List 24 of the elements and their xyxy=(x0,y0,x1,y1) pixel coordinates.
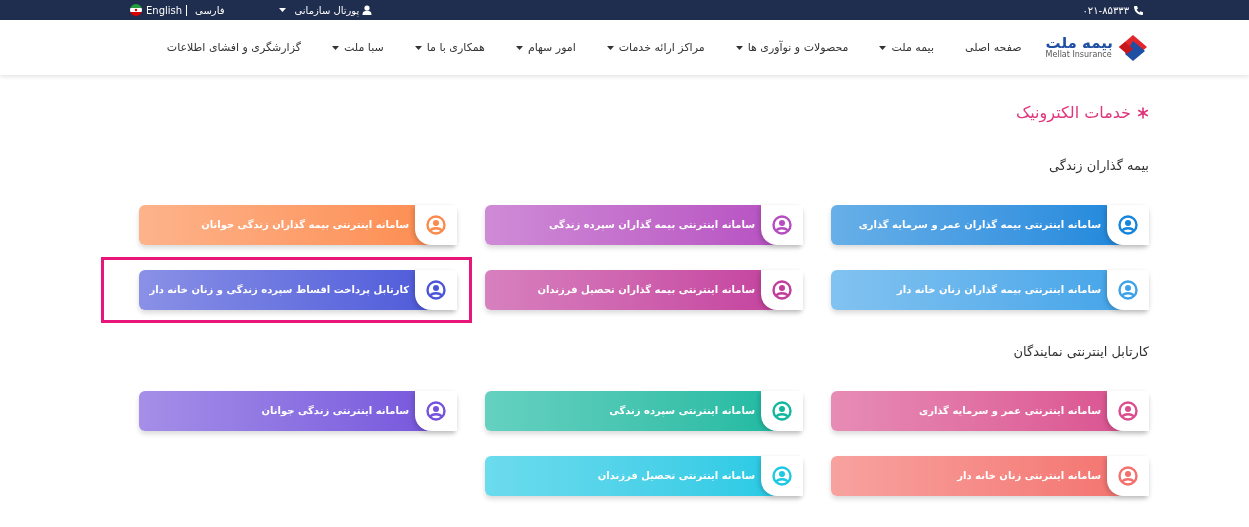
section-title: بیمه گذاران زندگی xyxy=(1047,158,1149,173)
logo-name: بیمه ملت xyxy=(1045,36,1113,51)
page-title: خدمات الکترونیک xyxy=(1015,103,1131,122)
logo-subtitle: Mellat Insurance xyxy=(1045,51,1112,59)
person-icon xyxy=(362,5,373,15)
phone-icon xyxy=(1133,4,1144,16)
portal-link[interactable]: پورتال سازمانی xyxy=(279,4,373,16)
flag-icon xyxy=(130,4,142,16)
language-link[interactable]: فارسی xyxy=(195,4,225,16)
nav-menu-item[interactable]: مراکز ارائه خدمات xyxy=(606,41,705,54)
nav-menu-item[interactable]: امور سهام xyxy=(515,41,576,54)
nav-menu-item[interactable]: بیمه ملت xyxy=(879,41,934,54)
service-card[interactable]: سامانه اینترنتی بیمه گذاران تحصیل فرزندان xyxy=(485,270,803,310)
nav-menu-item[interactable]: سبا ملت xyxy=(331,41,384,54)
nav-menu-item[interactable]: صفحه اصلی xyxy=(964,41,1022,54)
service-card[interactable]: سامانه اینترنتی زندگی جوانان xyxy=(139,391,457,431)
nav-menu-item[interactable]: همکاری با ما xyxy=(414,41,485,54)
phone-number: ۰۲۱-۸۵۳۳۳ xyxy=(1082,4,1129,16)
nav-menu-item[interactable]: محصولات و نوآوری ها xyxy=(735,41,849,54)
nav-menu-item[interactable]: گزارشگری و افشای اطلاعات xyxy=(166,41,301,54)
service-card[interactable]: کارتابل پرداخت اقساط سپرده زندگی و زنان خانه دار xyxy=(139,270,457,310)
language-link[interactable]: English xyxy=(146,4,188,16)
section-title: کارتابل اینترنتی نمایندگان xyxy=(1012,344,1149,359)
snowflake-icon xyxy=(1137,106,1149,119)
